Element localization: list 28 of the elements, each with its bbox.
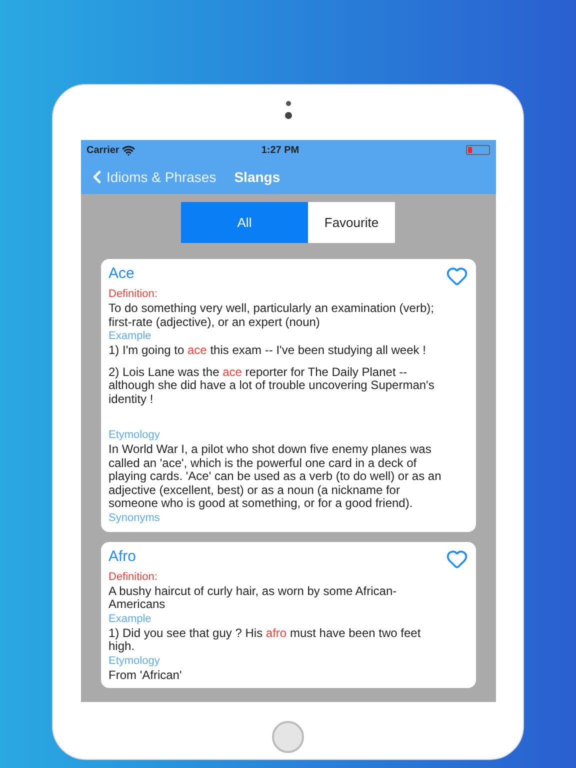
section-label: Definition: [108,570,158,584]
battery-icon [466,145,490,155]
section-text: 1) I'm going to ace this exam -- I've been studying all week ! [108,344,427,358]
carrier-label: Carrier [86,144,120,158]
section-text: A bushy haircut of curly hair, as worn by some African-Americans [108,584,398,612]
section-label: Example [108,329,152,344]
section-label: Definition: [108,287,158,302]
back-button[interactable]: Idioms & Phrases [90,166,216,188]
section-label: Etymology [108,428,161,443]
home-button[interactable] [272,721,304,753]
segment-tab[interactable]: Favourite [308,202,395,243]
section-text: To do something very well, particularly an examination (verb); first-rate (adjective), or an expert (noun) [108,302,435,329]
segment-tab[interactable]: All [181,202,308,243]
section-label: Example [108,612,152,626]
section-text: From 'African' [108,668,183,682]
section-text: 2) Lois Lane was the ace reporter for The Daily Planet -- although she did have a lot of trouble uncovering Superman's identity ! [108,366,436,406]
section-label: Etymology [108,654,161,668]
section-label: Synonyms [108,510,161,526]
status-time: 1:27 PM [261,144,300,158]
word-title: Ace [108,264,134,284]
section-text: In World War I, a pilot who shot down five enemy planes was called an 'ace', which is the powerful one card in a deck of playing cards. 'Ace' can be used as a verb (to do well) or as an adjective (excellent, best) or as a noun (a nickname for someone who is good at something, or for a good friend). [108,443,442,510]
section-text: 1) Did you see that guy ? His afro must have been two feet high. [108,626,422,654]
heart-icon[interactable] [446,548,468,570]
word-title: Afro [108,546,136,566]
screen-title: Slangs [234,168,280,187]
heart-icon[interactable] [446,265,468,287]
wifi-icon [122,144,136,156]
camera-icon [284,101,292,119]
